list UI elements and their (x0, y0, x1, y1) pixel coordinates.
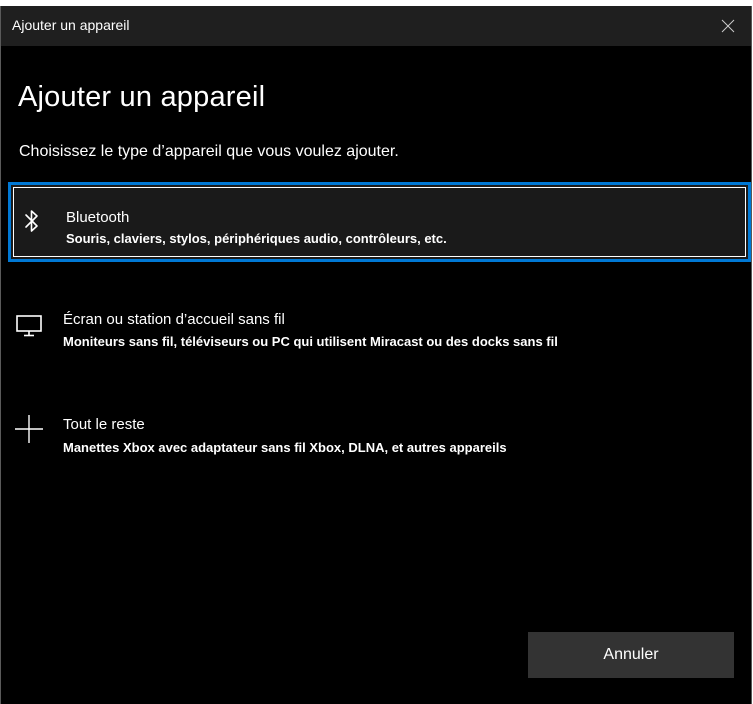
window-title: Ajouter un appareil (12, 17, 130, 33)
close-button[interactable] (705, 6, 751, 46)
option-wireless-display[interactable]: Écran ou station d’accueil sans fil Moni… (8, 288, 751, 368)
monitor-icon (14, 311, 44, 341)
plus-icon (14, 414, 44, 444)
cancel-button[interactable]: Annuler (528, 632, 734, 678)
option-everything-else[interactable]: Tout le reste Manettes Xbox avec adaptat… (8, 394, 751, 474)
option-description: Souris, claviers, stylos, périphériques … (66, 231, 447, 246)
close-icon (721, 19, 735, 33)
option-title: Tout le reste (63, 416, 145, 433)
add-device-window: Ajouter un appareil Ajouter un appareil … (0, 6, 752, 704)
bluetooth-icon (17, 206, 47, 236)
option-title: Bluetooth (66, 209, 130, 226)
option-description: Manettes Xbox avec adaptateur sans fil X… (63, 440, 507, 455)
instruction-text: Choisissez le type d’appareil que vous v… (19, 143, 399, 160)
page-title: Ajouter un appareil (18, 81, 266, 113)
title-bar: Ajouter un appareil (1, 6, 751, 46)
option-bluetooth[interactable]: Bluetooth Souris, claviers, stylos, péri… (8, 182, 751, 262)
option-title: Écran ou station d’accueil sans fil (63, 311, 285, 328)
option-description: Moniteurs sans fil, téléviseurs ou PC qu… (63, 334, 558, 349)
